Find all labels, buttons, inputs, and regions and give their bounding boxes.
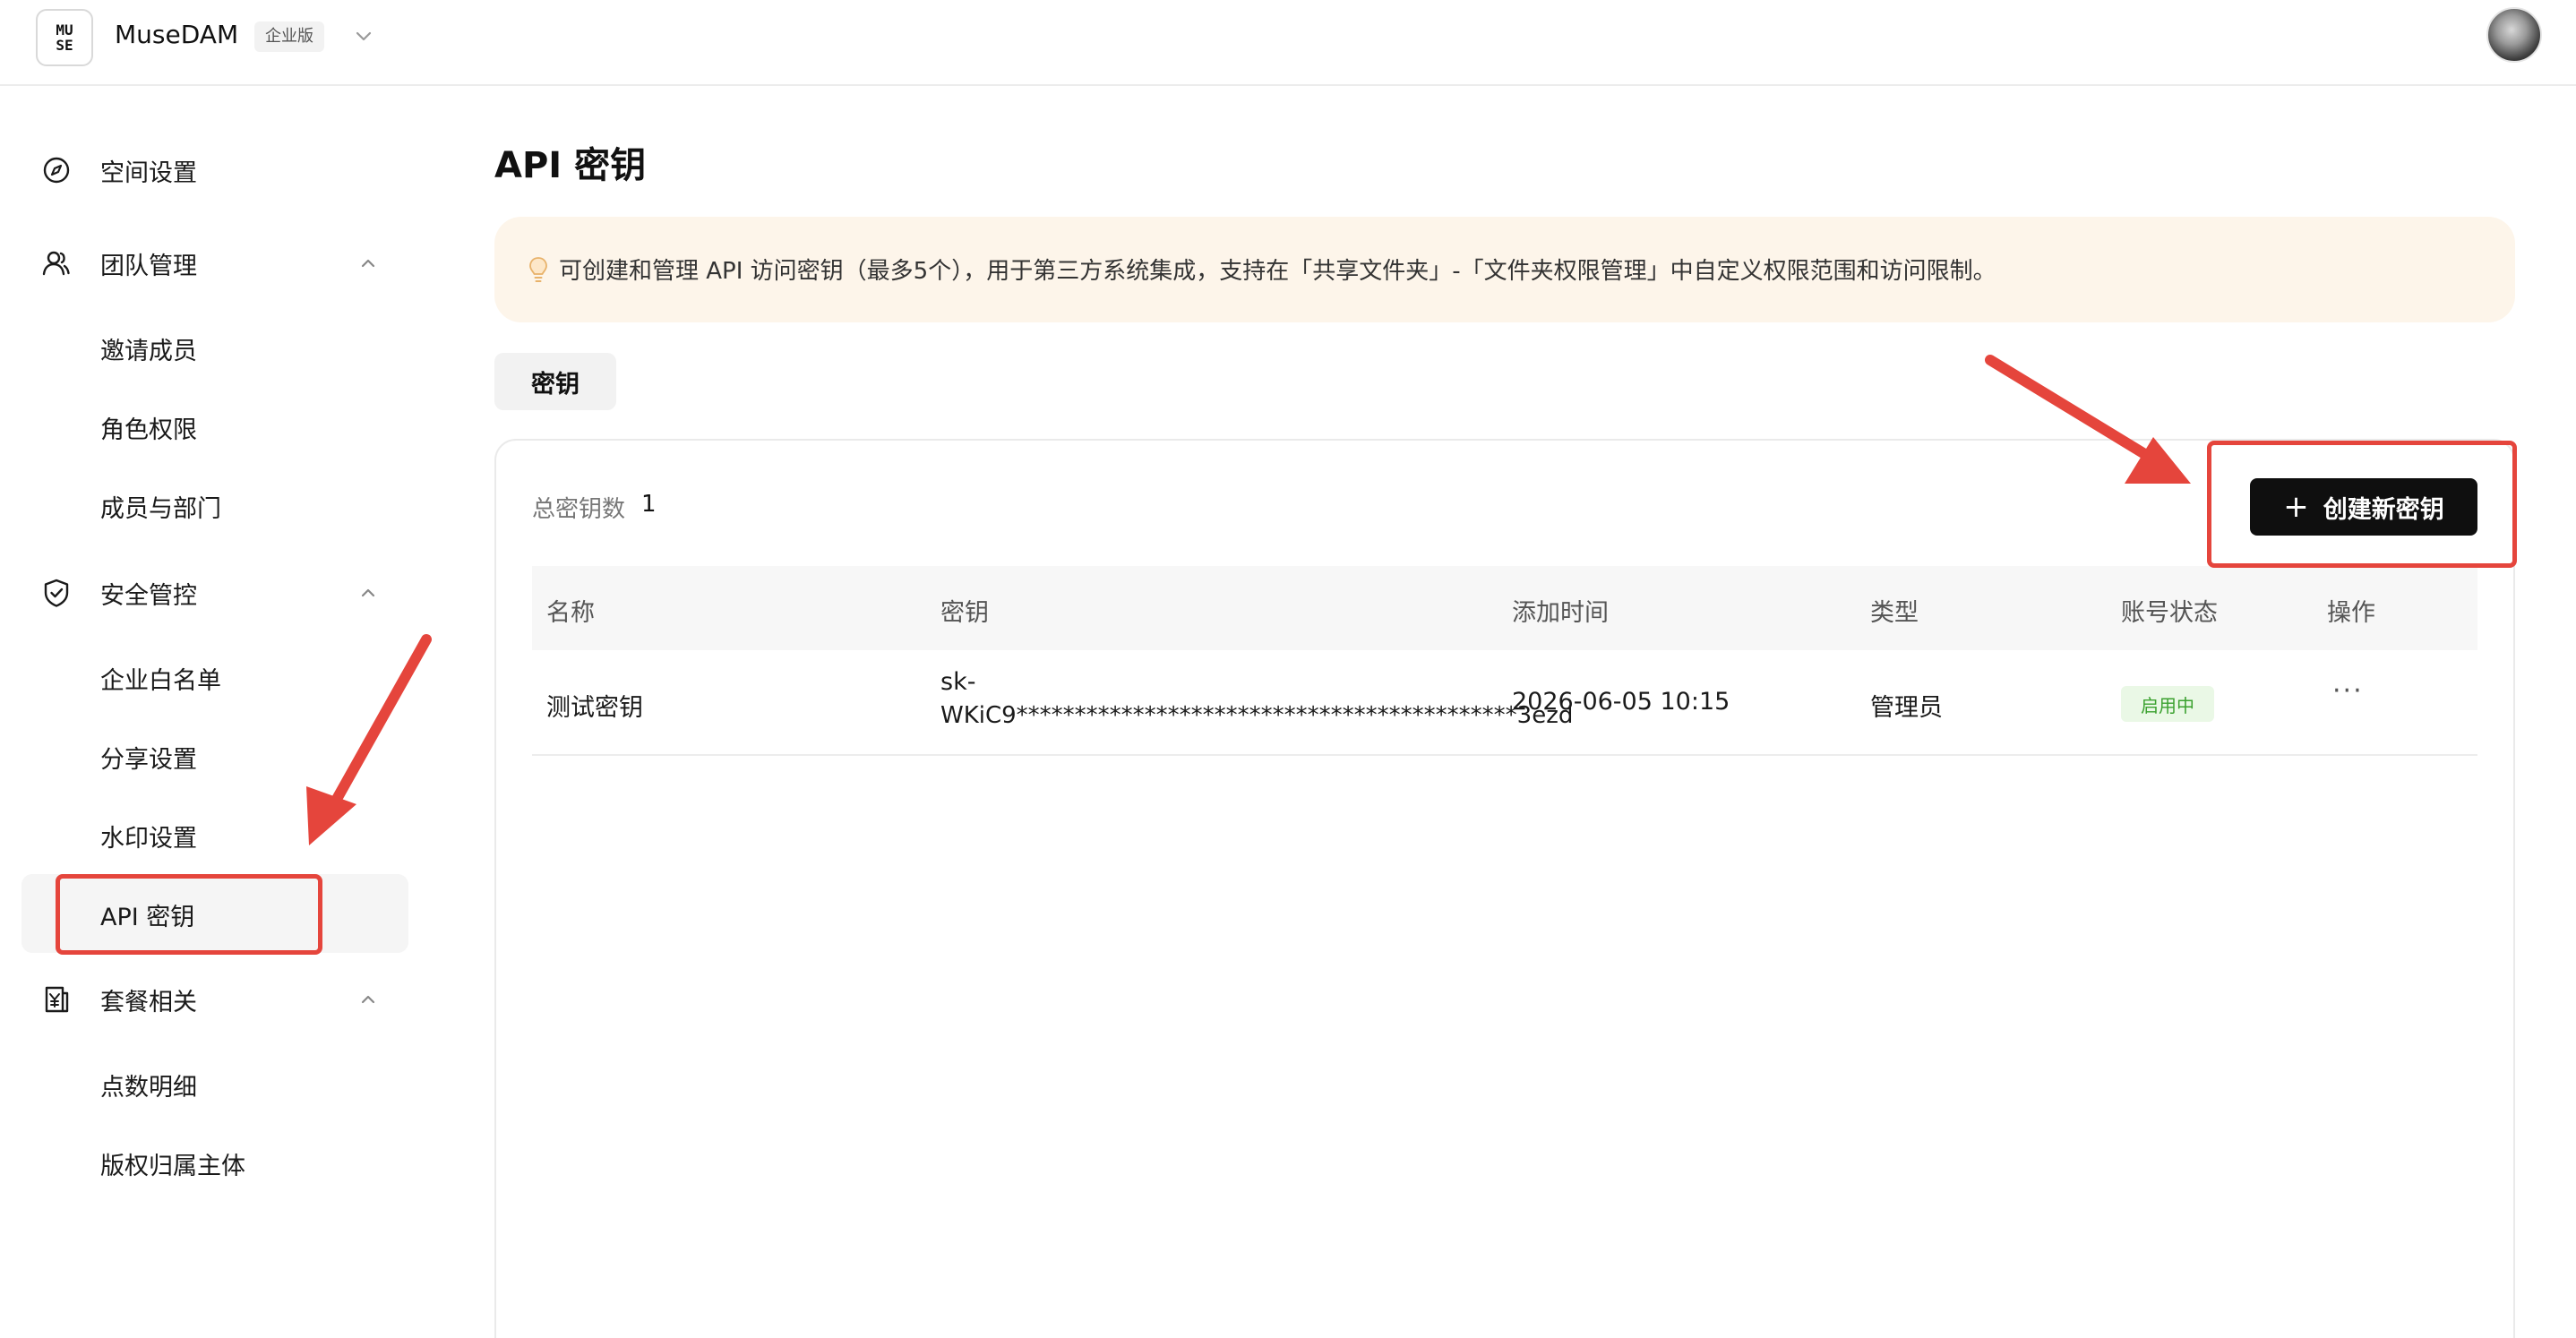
sidebar-item-space-settings[interactable]: 空间设置	[0, 143, 412, 197]
column-header-actions: 操作	[2327, 599, 2375, 627]
edition-badge: 企业版	[254, 21, 324, 52]
table-row: 测试密钥 sk- WKiC9**************************…	[532, 650, 2477, 756]
info-banner-text: 可创建和管理 API 访问密钥（最多5个），用于第三方系统集成，支持在「共享文件…	[559, 258, 1996, 285]
sidebar-group-security[interactable]: 安全管控	[0, 566, 412, 620]
top-header: MU SE MuseDAM 企业版	[0, 0, 2576, 86]
chevron-up-icon[interactable]	[355, 250, 382, 277]
page-title: API 密钥	[494, 145, 647, 186]
total-keys-count: 1	[641, 491, 657, 518]
sidebar-item-watermark[interactable]: 水印设置	[100, 813, 197, 858]
shield-icon	[44, 579, 69, 607]
app-logo[interactable]: MU SE	[36, 9, 93, 66]
column-header-status: 账号状态	[2121, 599, 2218, 627]
key-value-masked: WKiC9***********************************…	[940, 702, 1574, 729]
sidebar-item-label: 空间设置	[100, 159, 197, 187]
compass-icon	[43, 157, 70, 184]
status-badge: 启用中	[2121, 686, 2214, 722]
chevron-down-icon[interactable]	[351, 23, 376, 48]
sidebar-item-invite-members[interactable]: 邀请成员	[100, 326, 197, 371]
sidebar-group-plan[interactable]: 套餐相关	[0, 973, 412, 1026]
sidebar-group-label: 套餐相关	[100, 988, 197, 1016]
sidebar-group-label: 安全管控	[100, 581, 197, 610]
column-header-added: 添加时间	[1512, 599, 1609, 627]
column-header-key: 密钥	[940, 599, 989, 627]
sidebar-item-copyright-owner[interactable]: 版权归属主体	[100, 1141, 245, 1186]
sidebar-group-team[interactable]: 团队管理	[0, 236, 412, 290]
chevron-up-icon[interactable]	[355, 986, 382, 1013]
annotation-highlight-api-keys	[56, 874, 322, 955]
sidebar-item-role-permissions[interactable]: 角色权限	[100, 405, 197, 450]
logo-text-bottom: SE	[56, 37, 73, 54]
annotation-highlight-create-button	[2207, 441, 2517, 568]
key-name: 测试密钥	[546, 694, 643, 722]
total-keys-label: 总密钥数	[532, 496, 626, 523]
sidebar-item-members-departments[interactable]: 成员与部门	[100, 484, 221, 528]
sidebar-group-label: 团队管理	[100, 252, 197, 280]
workspace-name[interactable]: MuseDAM	[115, 20, 238, 49]
column-header-name: 名称	[546, 599, 595, 627]
key-added-time: 2026-06-05 10:15	[1512, 688, 1730, 716]
key-type: 管理员	[1870, 694, 1943, 722]
sidebar-item-share-settings[interactable]: 分享设置	[100, 734, 197, 779]
logo-text-top: MU	[56, 21, 73, 39]
key-value-prefix: sk-	[940, 668, 976, 696]
column-header-type: 类型	[1870, 599, 1919, 627]
team-icon	[42, 251, 70, 276]
lightbulb-icon	[529, 257, 547, 282]
plan-icon	[45, 986, 69, 1013]
tab-keys[interactable]: 密钥	[494, 353, 616, 410]
settings-sidebar: 空间设置 团队管理 邀请成员 角色权限 成员与部门 安全管控 企业白名单 分享设…	[0, 86, 421, 1338]
chevron-up-icon[interactable]	[355, 579, 382, 606]
info-banner: 可创建和管理 API 访问密钥（最多5个），用于第三方系统集成，支持在「共享文件…	[494, 217, 2515, 322]
more-actions-icon[interactable]: ···	[2332, 675, 2364, 707]
table-header: 名称 密钥 添加时间 类型 账号状态 操作	[532, 566, 2477, 650]
sidebar-item-points-details[interactable]: 点数明细	[100, 1062, 197, 1107]
user-avatar[interactable]	[2486, 7, 2542, 63]
sidebar-item-whitelist[interactable]: 企业白名单	[100, 656, 221, 700]
